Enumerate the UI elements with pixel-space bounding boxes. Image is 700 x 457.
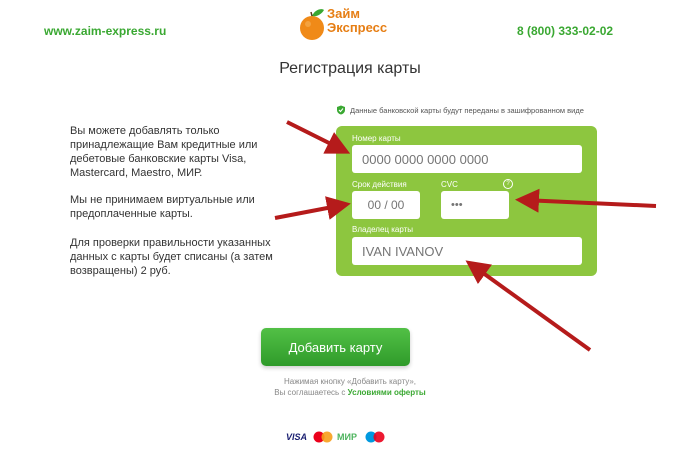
offer-terms-link[interactable]: Условиями оферты: [348, 388, 426, 397]
cvc-label: CVC: [441, 180, 458, 189]
agreement-line-2: Вы соглашаетесь с Условиями оферты: [0, 388, 700, 397]
arrow-to-owner: [465, 260, 592, 352]
help-icon[interactable]: ?: [503, 179, 513, 189]
secure-note: Данные банковской карты будут переданы в…: [336, 105, 584, 115]
cvc-input[interactable]: [441, 191, 509, 219]
shield-check-icon: [337, 105, 345, 115]
agreement-prefix: Вы соглашаетесь с: [274, 388, 348, 397]
site-url-link[interactable]: www.zaim-express.ru: [44, 24, 166, 38]
owner-label: Владелец карты: [352, 225, 414, 234]
info-paragraph-virtual: Мы не принимаем виртуальные или предопла…: [70, 194, 255, 220]
phone-number[interactable]: 8 (800) 333-02-02: [517, 24, 613, 38]
visa-logo: VISA: [286, 432, 308, 442]
logo-subtitle[interactable]: Экспресс: [327, 21, 387, 35]
owner-input[interactable]: [352, 237, 582, 265]
agreement-line-1: Нажимая кнопку «Добавить карту»,: [283, 377, 416, 386]
secure-note-text: Данные банковской карты будут переданы в…: [350, 105, 584, 115]
mir-logo: МИР: [337, 432, 357, 442]
logo-title[interactable]: Займ: [327, 7, 360, 21]
mastercard-icon: [313, 431, 333, 443]
page-title: Регистрация карты: [279, 60, 421, 77]
expiry-input[interactable]: [352, 191, 420, 219]
expiry-label: Срок действия: [352, 180, 407, 189]
arrow-to-card-number: [286, 120, 351, 154]
maestro-icon: [365, 431, 385, 443]
info-paragraph-cards: Вы можете добавлять только принадлежащие…: [70, 125, 258, 179]
card-number-input[interactable]: [352, 145, 582, 173]
arrow-to-expiry: [274, 196, 351, 220]
card-number-label: Номер карты: [352, 134, 401, 143]
add-card-button[interactable]: Добавить карту: [261, 328, 410, 366]
info-paragraph-verification: Для проверки правильности указанных данн…: [70, 237, 273, 277]
